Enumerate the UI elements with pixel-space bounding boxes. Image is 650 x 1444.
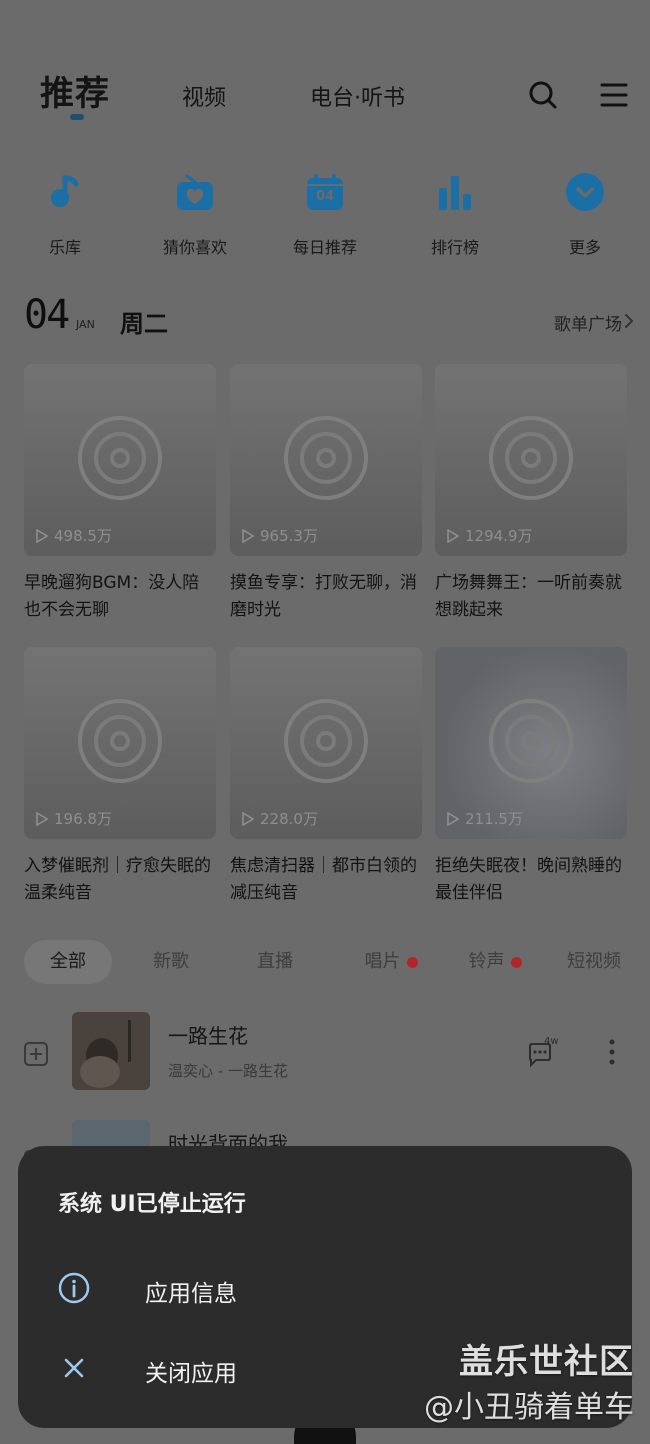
quick-item-charts[interactable]: 排行榜: [400, 172, 510, 258]
watermark-community: 盖乐世社区: [459, 1342, 634, 1382]
dialog-title: 系统 UI已停止运行: [58, 1192, 246, 1217]
play-count-value: 211.5万: [465, 810, 523, 828]
playlist-card[interactable]: 211.5万 拒绝失眠夜！晚间熟睡的最佳伴侣: [435, 647, 627, 907]
category-all[interactable]: 全部: [24, 940, 112, 984]
quick-item-label: 乐库: [48, 238, 81, 257]
category-new-songs[interactable]: 新歌: [134, 940, 208, 984]
app-screen: 推荐 视频 电台·听书 乐库 猜你喜欢 每日推荐 排行榜 更多 04 04 JA…: [0, 0, 650, 1444]
quick-item-guess-you-like[interactable]: 猜你喜欢: [140, 172, 250, 258]
quick-item-label: 排行榜: [430, 238, 479, 257]
date-weekday: 周二: [120, 310, 168, 338]
quick-item-label: 每日推荐: [292, 238, 357, 257]
chevron-right-icon[interactable]: [624, 314, 634, 328]
play-count-value: 498.5万: [54, 527, 112, 545]
playlist-card[interactable]: 196.8万 入梦催眠剂｜疗愈失眠的温柔纯音: [24, 647, 216, 907]
playlist-cover[interactable]: 228.0万: [230, 647, 422, 839]
category-ringtones[interactable]: 铃声: [446, 940, 544, 984]
option-label: 应用信息: [145, 1281, 237, 1307]
date-header: 04 JAN 周二 歌单广场: [24, 292, 634, 342]
date-day: 04: [24, 292, 70, 338]
category-label: 铃声: [468, 951, 505, 972]
playlist-title[interactable]: 广场舞舞王：一听前奏就想跳起来: [435, 570, 627, 624]
playlist-title[interactable]: 早晚遛狗BGM：没人陪也不会无聊: [24, 570, 216, 624]
new-dot-badge: [406, 956, 418, 968]
top-tab-bar: 推荐 视频 电台·听书: [40, 64, 630, 124]
quick-item-label: 猜你喜欢: [162, 238, 227, 257]
tab-radio-audiobook[interactable]: 电台·听书: [310, 80, 405, 112]
play-count: 1294.9万: [447, 525, 533, 546]
playlist-title[interactable]: 摸鱼专享：打败无聊，消磨时光: [230, 570, 422, 624]
playlist-cover[interactable]: 498.5万: [24, 364, 216, 556]
playlist-cover[interactable]: 965.3万: [230, 364, 422, 556]
category-live[interactable]: 直播: [238, 940, 312, 984]
disc-placeholder-icon: [78, 699, 162, 783]
playlist-title[interactable]: 拒绝失眠夜！晚间熟睡的最佳伴侣: [435, 853, 627, 907]
menu-icon[interactable]: [600, 82, 628, 108]
disc-placeholder-icon: [489, 416, 573, 500]
playlist-card[interactable]: 228.0万 焦虑清扫器｜都市白领的减压纯音: [230, 647, 422, 907]
playlist-cover[interactable]: 211.5万: [435, 647, 627, 839]
add-square-icon[interactable]: [24, 1042, 48, 1066]
playlist-plaza-link[interactable]: 歌单广场: [554, 310, 622, 335]
playlist-title[interactable]: 入梦催眠剂｜疗愈失眠的温柔纯音: [24, 853, 216, 907]
watermark-user: @小丑骑着单车: [424, 1390, 634, 1425]
disc-placeholder-icon: [284, 416, 368, 500]
music-note-icon: [51, 175, 79, 207]
song-artist-album: 温奕心 - 一路生花: [168, 1062, 288, 1080]
info-circle-icon: [58, 1272, 90, 1304]
song-row[interactable]: 一路生花 温奕心 - 一路生花 4w: [0, 1012, 650, 1102]
quick-item-daily-recommend[interactable]: 每日推荐: [270, 172, 380, 258]
playlist-card[interactable]: 965.3万 摸鱼专享：打败无聊，消磨时光: [230, 364, 422, 624]
play-icon: [242, 811, 254, 826]
playlist-card[interactable]: 498.5万 早晚遛狗BGM：没人陪也不会无聊: [24, 364, 216, 624]
play-icon: [447, 811, 459, 826]
date-month: JAN: [76, 318, 95, 331]
play-count-value: 1294.9万: [465, 527, 533, 545]
play-count-value: 965.3万: [260, 527, 318, 545]
close-icon: [64, 1358, 84, 1378]
play-count: 498.5万: [36, 525, 112, 546]
option-label: 关闭应用: [145, 1361, 237, 1387]
play-icon: [36, 528, 48, 543]
calendar-badge: 04: [316, 189, 335, 204]
active-tab-indicator: [70, 114, 84, 120]
app-info-option[interactable]: 应用信息: [18, 1252, 632, 1322]
play-count: 211.5万: [447, 808, 523, 829]
album-art[interactable]: [72, 1012, 150, 1090]
play-count-value: 196.8万: [54, 810, 112, 828]
quick-actions: 乐库 猜你喜欢 每日推荐 排行榜 更多: [0, 172, 650, 262]
play-count: 228.0万: [242, 808, 318, 829]
comment-count: 4w: [544, 1036, 559, 1047]
disc-placeholder-icon: [78, 416, 162, 500]
play-icon: [447, 528, 459, 543]
chevron-down-circle-icon: [566, 173, 604, 211]
play-count: 196.8万: [36, 808, 112, 829]
category-albums[interactable]: 唱片: [342, 940, 440, 984]
playlist-card[interactable]: 1294.9万 广场舞舞王：一听前奏就想跳起来: [435, 364, 627, 624]
disc-placeholder-icon: [284, 699, 368, 783]
play-icon: [36, 811, 48, 826]
category-tabs: 全部 新歌 直播 唱片 铃声 短视频: [24, 940, 634, 986]
quick-item-label: 更多: [568, 238, 601, 257]
play-icon: [242, 528, 254, 543]
category-label: 唱片: [364, 951, 401, 972]
bar-chart-icon: [439, 176, 471, 210]
album-art-image: [72, 1012, 150, 1090]
new-dot-badge: [510, 956, 522, 968]
category-short-video[interactable]: 短视频: [554, 940, 634, 984]
play-count-value: 228.0万: [260, 810, 318, 828]
play-count: 965.3万: [242, 525, 318, 546]
quick-item-library[interactable]: 乐库: [10, 172, 120, 258]
playlist-cover[interactable]: 196.8万: [24, 647, 216, 839]
search-icon[interactable]: [528, 80, 558, 110]
quick-item-more[interactable]: 更多: [530, 172, 640, 258]
more-vertical-icon[interactable]: [608, 1038, 616, 1066]
playlist-cover[interactable]: 1294.9万: [435, 364, 627, 556]
song-title: 一路生花: [168, 1024, 248, 1048]
playlist-title[interactable]: 焦虑清扫器｜都市白领的减压纯音: [230, 853, 422, 907]
heart-radio-icon: [177, 174, 213, 210]
tab-video[interactable]: 视频: [182, 80, 226, 112]
disc-placeholder-icon: [489, 699, 573, 783]
tab-recommend[interactable]: 推荐: [40, 66, 110, 115]
